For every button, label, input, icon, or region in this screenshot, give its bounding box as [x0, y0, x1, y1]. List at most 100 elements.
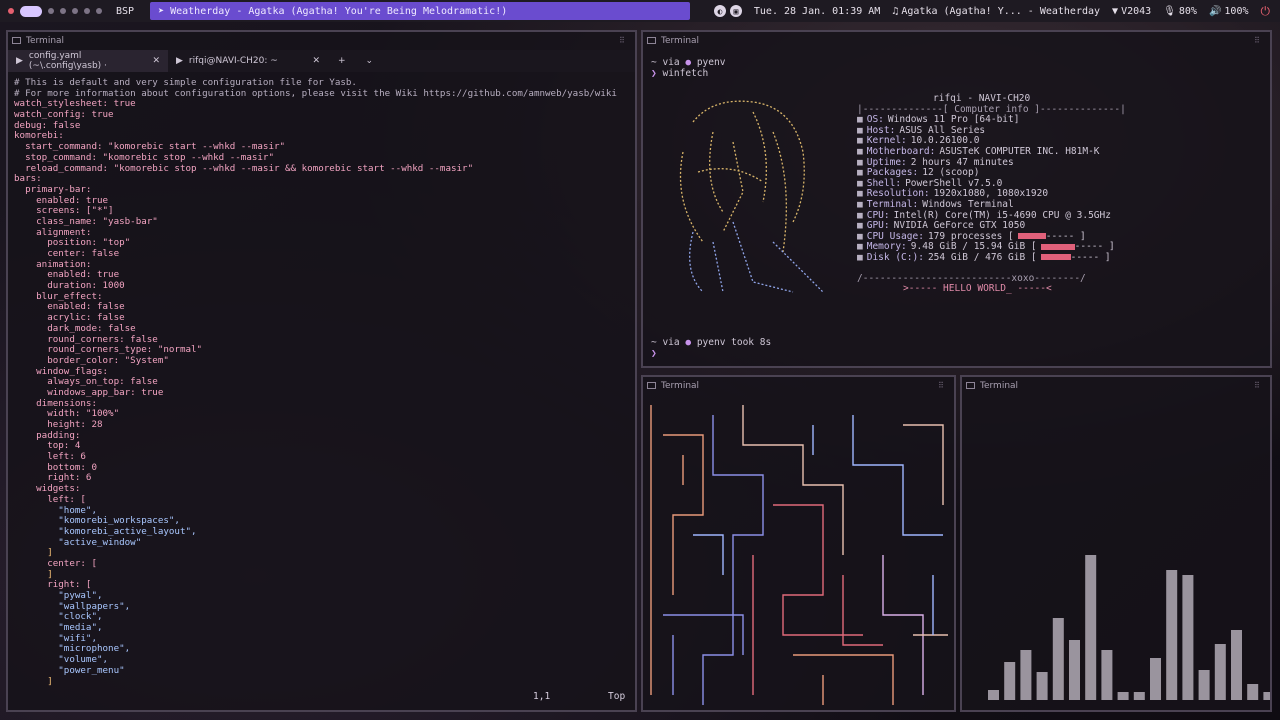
theme-icon[interactable]: ▣ — [729, 5, 742, 17]
code-line: right: [ — [14, 579, 92, 591]
layout-indicator[interactable]: BSP — [116, 6, 134, 17]
wallpaper-icon[interactable]: ◐ — [713, 5, 726, 17]
code-line: ] — [14, 568, 53, 580]
visualizer-bar — [1231, 630, 1242, 700]
env-name: pyenv — [696, 57, 726, 68]
workspace-dot[interactable] — [96, 8, 102, 14]
workspace-dot[interactable] — [60, 8, 66, 14]
visualizer-bar — [1036, 672, 1048, 700]
pipes-terminal-window[interactable]: Terminal ⠿ — [641, 375, 956, 712]
window-titlebar[interactable]: Terminal ⠿ — [962, 377, 1270, 395]
pywal-controls: ◐ ▣ — [713, 5, 742, 17]
microphone-widget[interactable]: 🎙 80% — [1163, 6, 1197, 17]
code-line: ] — [14, 675, 53, 687]
prompt-text: via — [662, 337, 680, 348]
info-value: Windows Terminal — [922, 198, 1014, 210]
visualizer-bar — [1247, 684, 1259, 700]
microphone-icon: 🎙 — [1163, 5, 1176, 17]
volume-icon: 🔊 — [1208, 5, 1222, 17]
visualizer-bar — [1020, 650, 1032, 700]
new-tab-button[interactable]: + — [328, 56, 356, 66]
close-icon[interactable]: ✕ — [152, 56, 160, 66]
terminal-output[interactable]: ~ via ● pyenv ❯ winfetch — [643, 50, 1270, 79]
music-icon: ♫ — [892, 5, 899, 17]
visualizer-bar — [1069, 640, 1080, 700]
tab-bar: ▶ config.yaml (~\.config\yasb) · ✕ ▶ rif… — [8, 50, 635, 72]
workspace-dot[interactable] — [84, 8, 90, 14]
info-row: ■ Disk (C:): 254 GiB / 476 GiB [----- ] — [857, 251, 1126, 264]
code-line: dark_mode: false — [14, 322, 136, 334]
code-line: center: false — [14, 248, 120, 259]
window-title: Terminal — [980, 381, 1019, 391]
info-value: ASUSTeK COMPUTER INC. H81M-K — [939, 145, 1100, 157]
tab-ssh[interactable]: ▶ rifqi@NAVI-CH20: ~ ✕ — [168, 50, 328, 72]
code-line: "komorebi_active_layout", — [14, 525, 197, 537]
hello-world: >----- HELLO WORLD_ -----< — [903, 283, 1052, 295]
tab-label: rifqi@NAVI-CH20: ~ — [188, 56, 278, 66]
code-line: primary-bar: — [14, 183, 92, 195]
wifi-widget[interactable]: ▼ V2043 — [1112, 6, 1151, 17]
window-titlebar[interactable]: Terminal ⠿ — [643, 32, 1270, 50]
tab-label: config.yaml (~\.config\yasb) · — [28, 51, 107, 71]
visualizer-terminal-window[interactable]: Terminal ⠿ — [960, 375, 1272, 712]
tilde: ~ — [651, 337, 663, 348]
info-row: ■ Motherboard: ASUSTeK COMPUTER INC. H81M-… — [857, 145, 1126, 158]
window-title: Terminal — [661, 381, 700, 391]
workspace-dot[interactable] — [72, 8, 78, 14]
usage-bar: ----- ] — [1040, 252, 1111, 264]
visualizer-bar — [1182, 575, 1194, 700]
chevron-down-icon[interactable]: ⌄ — [356, 56, 384, 66]
close-icon[interactable]: ✕ — [312, 56, 320, 66]
workspace-active[interactable] — [20, 5, 42, 17]
prompt-text: via — [662, 57, 680, 68]
scroll-position: Top — [608, 691, 626, 702]
code-line: reload_command: "komorebic stop --whkd -… — [14, 162, 474, 174]
grid-icon[interactable]: ⠿ — [938, 381, 948, 391]
media-widget[interactable]: ♫ Agatka (Agatha! Y... - Weatherday — [892, 6, 1100, 17]
home-icon[interactable] — [8, 8, 14, 14]
code-line: "power_menu" — [14, 664, 125, 676]
env-name: pyenv took — [696, 337, 755, 348]
visualizer-bar — [1085, 555, 1097, 700]
volume-widget[interactable]: 🔊 100% — [1209, 6, 1249, 17]
code-line: debug: false — [14, 119, 81, 131]
power-icon[interactable]: ⏻ — [1261, 4, 1271, 19]
winfetch-terminal-window[interactable]: Terminal ⠿ ~ via ● pyenv ❯ winfetch rifq… — [641, 30, 1272, 368]
python-icon: ● — [685, 337, 692, 348]
grid-icon[interactable]: ⠿ — [1254, 381, 1264, 391]
code-line: ] — [14, 547, 53, 559]
code-line: bars: — [14, 173, 42, 185]
code-line: "active_window" — [14, 536, 142, 548]
visualizer-bar — [1052, 618, 1064, 700]
pipes-animation — [650, 405, 948, 705]
window-titlebar[interactable]: Terminal ⠿ — [8, 32, 635, 50]
visualizer-bar — [1214, 644, 1226, 700]
grid-icon[interactable]: ⠿ — [1254, 36, 1264, 46]
active-window: ➤ Weatherday - Agatka (Agatha! You're Be… — [150, 2, 691, 20]
active-window-title: Weatherday - Agatka (Agatha! You're Bein… — [170, 5, 508, 17]
code-editor[interactable]: # This is default and very simple config… — [8, 72, 635, 687]
wifi-label: V2043 — [1121, 5, 1152, 17]
tab-config-yaml[interactable]: ▶ config.yaml (~\.config\yasb) · ✕ — [8, 50, 168, 72]
info-label: Disk (C:): — [866, 251, 924, 263]
grid-icon[interactable]: ⠿ — [619, 36, 629, 46]
visualizer-bar — [988, 690, 999, 700]
info-value: 254 GiB / 476 GiB [ — [927, 251, 1037, 263]
terminal-icon: ▶ — [16, 56, 23, 66]
visualizer-bar — [1101, 650, 1113, 700]
microphone-level: 80% — [1178, 5, 1197, 17]
visualizer-bar — [1004, 662, 1016, 700]
user-host: rifqi - NAVI-CH20 — [933, 93, 1031, 104]
command-duration: 8s — [759, 337, 772, 348]
window-titlebar[interactable]: Terminal ⠿ — [643, 377, 954, 395]
info-row: ■ Terminal: Windows Terminal — [857, 198, 1126, 211]
terminal-prompt[interactable]: ~ via ● pyenv took 8s ❯ — [643, 330, 779, 359]
clock[interactable]: Tue. 28 Jan. 01:39 AM — [754, 6, 880, 17]
audio-visualizer — [988, 555, 1270, 700]
workspace-dot[interactable] — [48, 8, 54, 14]
code-line: stop_command: "komorebic stop --whkd --m… — [14, 151, 274, 163]
editor-terminal-window[interactable]: Terminal ⠿ ▶ config.yaml (~\.config\yasb… — [6, 30, 637, 712]
code-line: windows_app_bar: true — [14, 386, 164, 398]
terminal-icon — [12, 37, 21, 44]
code-line: "clock", — [14, 611, 103, 623]
